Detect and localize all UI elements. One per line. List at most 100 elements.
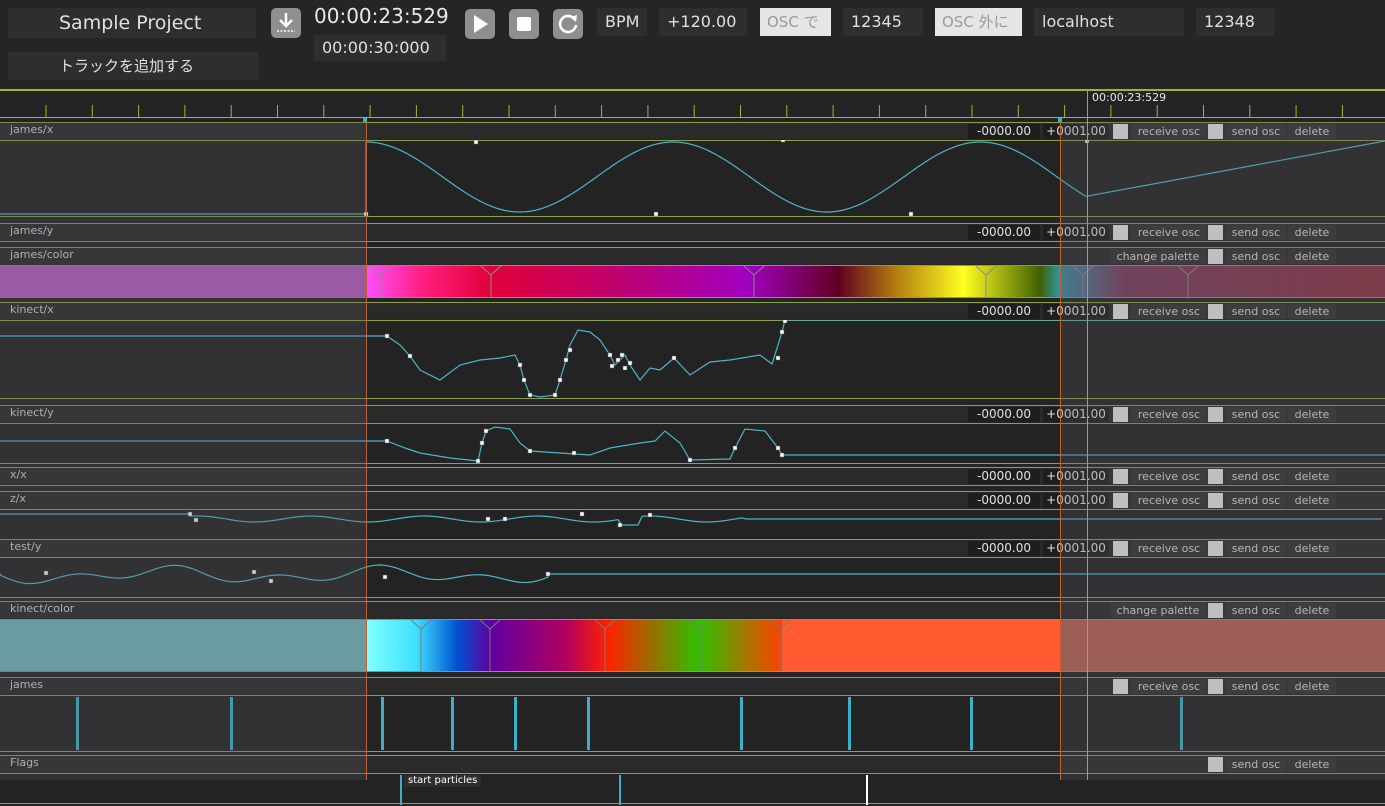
track-body[interactable] bbox=[0, 557, 1385, 598]
color-stop-marker[interactable] bbox=[1177, 265, 1199, 297]
keyframe-handle[interactable] bbox=[617, 522, 623, 528]
keyframe-handle[interactable] bbox=[908, 211, 914, 216]
keyframe-handle[interactable] bbox=[187, 511, 193, 517]
bang-marker[interactable] bbox=[970, 697, 973, 750]
send-osc-checkbox[interactable] bbox=[1208, 124, 1223, 139]
delete-track-button[interactable]: delete bbox=[1288, 541, 1336, 556]
keyframe-handle[interactable] bbox=[615, 357, 621, 363]
send-osc-checkbox[interactable] bbox=[1208, 225, 1223, 240]
send-osc-checkbox[interactable] bbox=[1208, 679, 1223, 694]
receive-osc-checkbox[interactable] bbox=[1113, 541, 1128, 556]
keyframe-handle[interactable] bbox=[732, 445, 738, 451]
change-palette-button[interactable]: change palette bbox=[1110, 603, 1206, 618]
track-body[interactable] bbox=[0, 619, 1385, 672]
keyframe-handle[interactable] bbox=[671, 355, 677, 361]
track-header[interactable]: james/x -0000.00 +0001.00 receive osc send o… bbox=[0, 122, 1385, 139]
osc-receive-toggle[interactable]: OSC で bbox=[760, 8, 831, 36]
keyframe-handle[interactable] bbox=[779, 452, 785, 458]
in-point-line[interactable] bbox=[366, 122, 367, 780]
track-body[interactable] bbox=[0, 695, 1385, 752]
keyframe-handle[interactable] bbox=[251, 569, 257, 575]
keyframe-handle[interactable] bbox=[653, 211, 659, 216]
min-value-field[interactable]: -0000.00 bbox=[968, 304, 1040, 319]
keyframe-handle[interactable] bbox=[502, 516, 508, 522]
delete-track-button[interactable]: delete bbox=[1288, 407, 1336, 422]
keyframe-handle[interactable] bbox=[775, 355, 781, 361]
track-name[interactable]: test/y bbox=[10, 539, 41, 555]
track-name[interactable]: kinect/color bbox=[10, 601, 74, 617]
delete-track-button[interactable]: delete bbox=[1288, 304, 1336, 319]
keyframe-handle[interactable] bbox=[627, 360, 633, 366]
color-stop-marker[interactable] bbox=[769, 619, 791, 671]
add-track-button[interactable]: トラックを追加する bbox=[8, 52, 258, 80]
track-body[interactable] bbox=[0, 140, 1385, 217]
keyframe-handle[interactable] bbox=[579, 511, 585, 517]
track-header[interactable]: x/x -0000.00 +0001.00 receive osc send osc de… bbox=[0, 467, 1385, 484]
track-header[interactable]: z/x -0000.00 +0001.00 receive osc send osc de… bbox=[0, 491, 1385, 508]
delete-track-button[interactable]: delete bbox=[1288, 493, 1336, 508]
keyframe-handle[interactable] bbox=[384, 438, 390, 444]
color-stop-marker[interactable] bbox=[479, 619, 501, 671]
track-name[interactable]: kinect/y bbox=[10, 405, 54, 421]
osc-send-port[interactable]: 12348 bbox=[1196, 8, 1274, 36]
change-palette-button[interactable]: change palette bbox=[1110, 249, 1206, 264]
receive-osc-checkbox[interactable] bbox=[1113, 407, 1128, 422]
keyframe-handle[interactable] bbox=[775, 445, 781, 451]
curve-line[interactable] bbox=[0, 426, 1385, 462]
color-stop-marker[interactable] bbox=[975, 265, 997, 297]
keyframe-handle[interactable] bbox=[479, 440, 485, 446]
keyframe-handle[interactable] bbox=[619, 352, 625, 358]
keyframe-handle[interactable] bbox=[545, 571, 551, 577]
receive-osc-checkbox[interactable] bbox=[1113, 225, 1128, 240]
keyframe-handle[interactable] bbox=[527, 392, 533, 398]
receive-osc-checkbox[interactable] bbox=[1113, 493, 1128, 508]
send-osc-checkbox[interactable] bbox=[1208, 249, 1223, 264]
keyframe-handle[interactable] bbox=[779, 329, 785, 335]
delete-track-button[interactable]: delete bbox=[1288, 225, 1336, 240]
track-header[interactable]: kinect/y -0000.00 +0001.00 receive osc send … bbox=[0, 405, 1385, 422]
keyframe-handle[interactable] bbox=[475, 458, 481, 463]
track-body[interactable] bbox=[0, 265, 1385, 298]
min-value-field[interactable]: -0000.00 bbox=[968, 225, 1040, 240]
track-name[interactable]: james bbox=[10, 677, 43, 693]
keyframe-handle[interactable] bbox=[485, 516, 491, 522]
send-osc-checkbox[interactable] bbox=[1208, 469, 1223, 484]
keyframe-handle[interactable] bbox=[473, 140, 479, 145]
receive-osc-checkbox[interactable] bbox=[1113, 124, 1128, 139]
delete-track-button[interactable]: delete bbox=[1288, 603, 1336, 618]
bang-marker[interactable] bbox=[848, 697, 851, 750]
keyframe-handle[interactable] bbox=[552, 392, 558, 398]
delete-track-button[interactable]: delete bbox=[1288, 469, 1336, 484]
send-osc-checkbox[interactable] bbox=[1208, 407, 1223, 422]
keyframe-handle[interactable] bbox=[647, 512, 653, 518]
curve-line[interactable] bbox=[0, 320, 1385, 398]
osc-receive-port[interactable]: 12345 bbox=[843, 8, 923, 36]
delete-track-button[interactable]: delete bbox=[1288, 679, 1336, 694]
loop-button[interactable] bbox=[553, 9, 583, 39]
timeline-ruler[interactable]: 00:00:23:529 bbox=[0, 89, 1385, 122]
keyframe-handle[interactable] bbox=[193, 517, 199, 523]
max-value-field[interactable]: +0001.00 bbox=[1043, 124, 1109, 139]
color-stop-marker[interactable] bbox=[1072, 265, 1094, 297]
osc-host-field[interactable]: localhost bbox=[1034, 8, 1184, 36]
keyframe-handle[interactable] bbox=[517, 362, 523, 368]
keyframe-handle[interactable] bbox=[563, 357, 569, 363]
keyframe-handle[interactable] bbox=[567, 347, 573, 353]
min-value-field[interactable]: -0000.00 bbox=[968, 124, 1040, 139]
keyframe-handle[interactable] bbox=[607, 352, 613, 358]
send-osc-checkbox[interactable] bbox=[1208, 541, 1223, 556]
track-name[interactable]: Flags bbox=[10, 755, 39, 771]
keyframe-handle[interactable] bbox=[687, 457, 693, 463]
max-value-field[interactable]: +0001.00 bbox=[1043, 493, 1109, 508]
max-value-field[interactable]: +0001.00 bbox=[1043, 407, 1109, 422]
stop-button[interactable] bbox=[509, 9, 539, 39]
track-header[interactable]: Flags send osc delete bbox=[0, 755, 1385, 772]
flag-label[interactable]: start particles bbox=[404, 775, 482, 787]
track-name[interactable]: z/x bbox=[10, 491, 26, 507]
track-body[interactable] bbox=[0, 320, 1385, 399]
curve-line[interactable] bbox=[0, 564, 1385, 585]
track-header[interactable]: kinect/color change palette send osc delete bbox=[0, 601, 1385, 618]
keyframe-handle[interactable] bbox=[571, 450, 577, 456]
bang-marker[interactable] bbox=[514, 697, 517, 750]
keyframe-handle[interactable] bbox=[521, 377, 527, 383]
